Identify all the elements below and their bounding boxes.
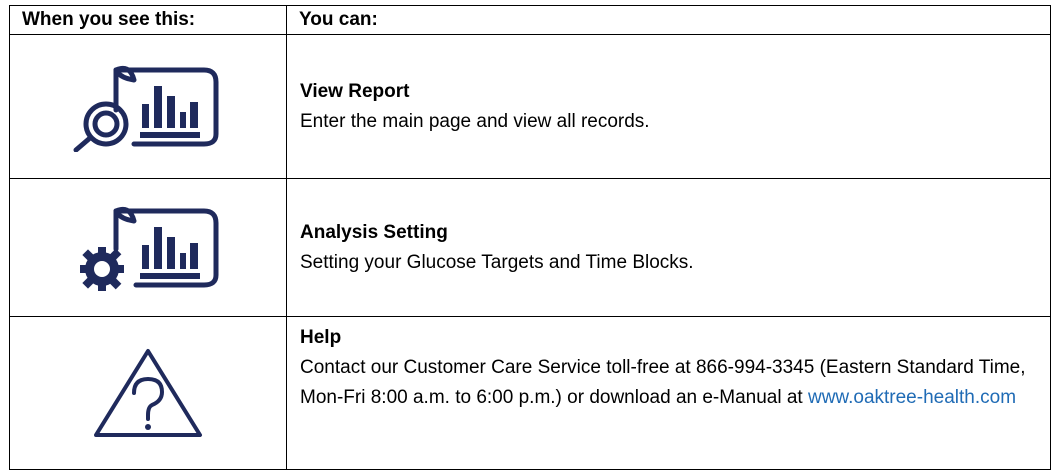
- table-header-row: When you see this: You can:: [9, 5, 1051, 35]
- icon-cell: [9, 316, 287, 470]
- analysis-setting-icon: [80, 206, 219, 291]
- analysis-setting-title: Analysis Setting: [300, 221, 448, 243]
- analysis-setting-description: Setting your Glucose Targets and Time Bl…: [300, 251, 694, 273]
- table-row: View Report Enter the main page and view…: [9, 34, 1051, 179]
- view-report-description: Enter the main page and view all records…: [300, 110, 650, 132]
- help-description: Contact our Customer Care Service toll-f…: [300, 353, 1040, 413]
- gear-icon: [80, 246, 124, 291]
- description-cell: Analysis Setting Setting your Glucose Ta…: [286, 178, 1051, 317]
- header-when-you-see: When you see this:: [9, 5, 287, 35]
- icon-cell: [9, 34, 287, 179]
- website-link[interactable]: www.oaktree-health.com: [808, 387, 1016, 408]
- header-you-can: You can:: [286, 5, 1051, 35]
- feature-guide-table: When you see this: You can: View Report …: [9, 5, 1051, 470]
- view-report-title: View Report: [300, 80, 410, 102]
- description-cell: Help Contact our Customer Care Service t…: [286, 316, 1051, 470]
- icon-cell: [9, 178, 287, 317]
- view-report-icon: [73, 65, 219, 152]
- help-title: Help: [300, 327, 342, 348]
- table-row: Analysis Setting Setting your Glucose Ta…: [9, 178, 1051, 317]
- help-warning-icon: [94, 349, 202, 437]
- description-cell: View Report Enter the main page and view…: [286, 34, 1051, 179]
- table-row: Help Contact our Customer Care Service t…: [9, 316, 1051, 470]
